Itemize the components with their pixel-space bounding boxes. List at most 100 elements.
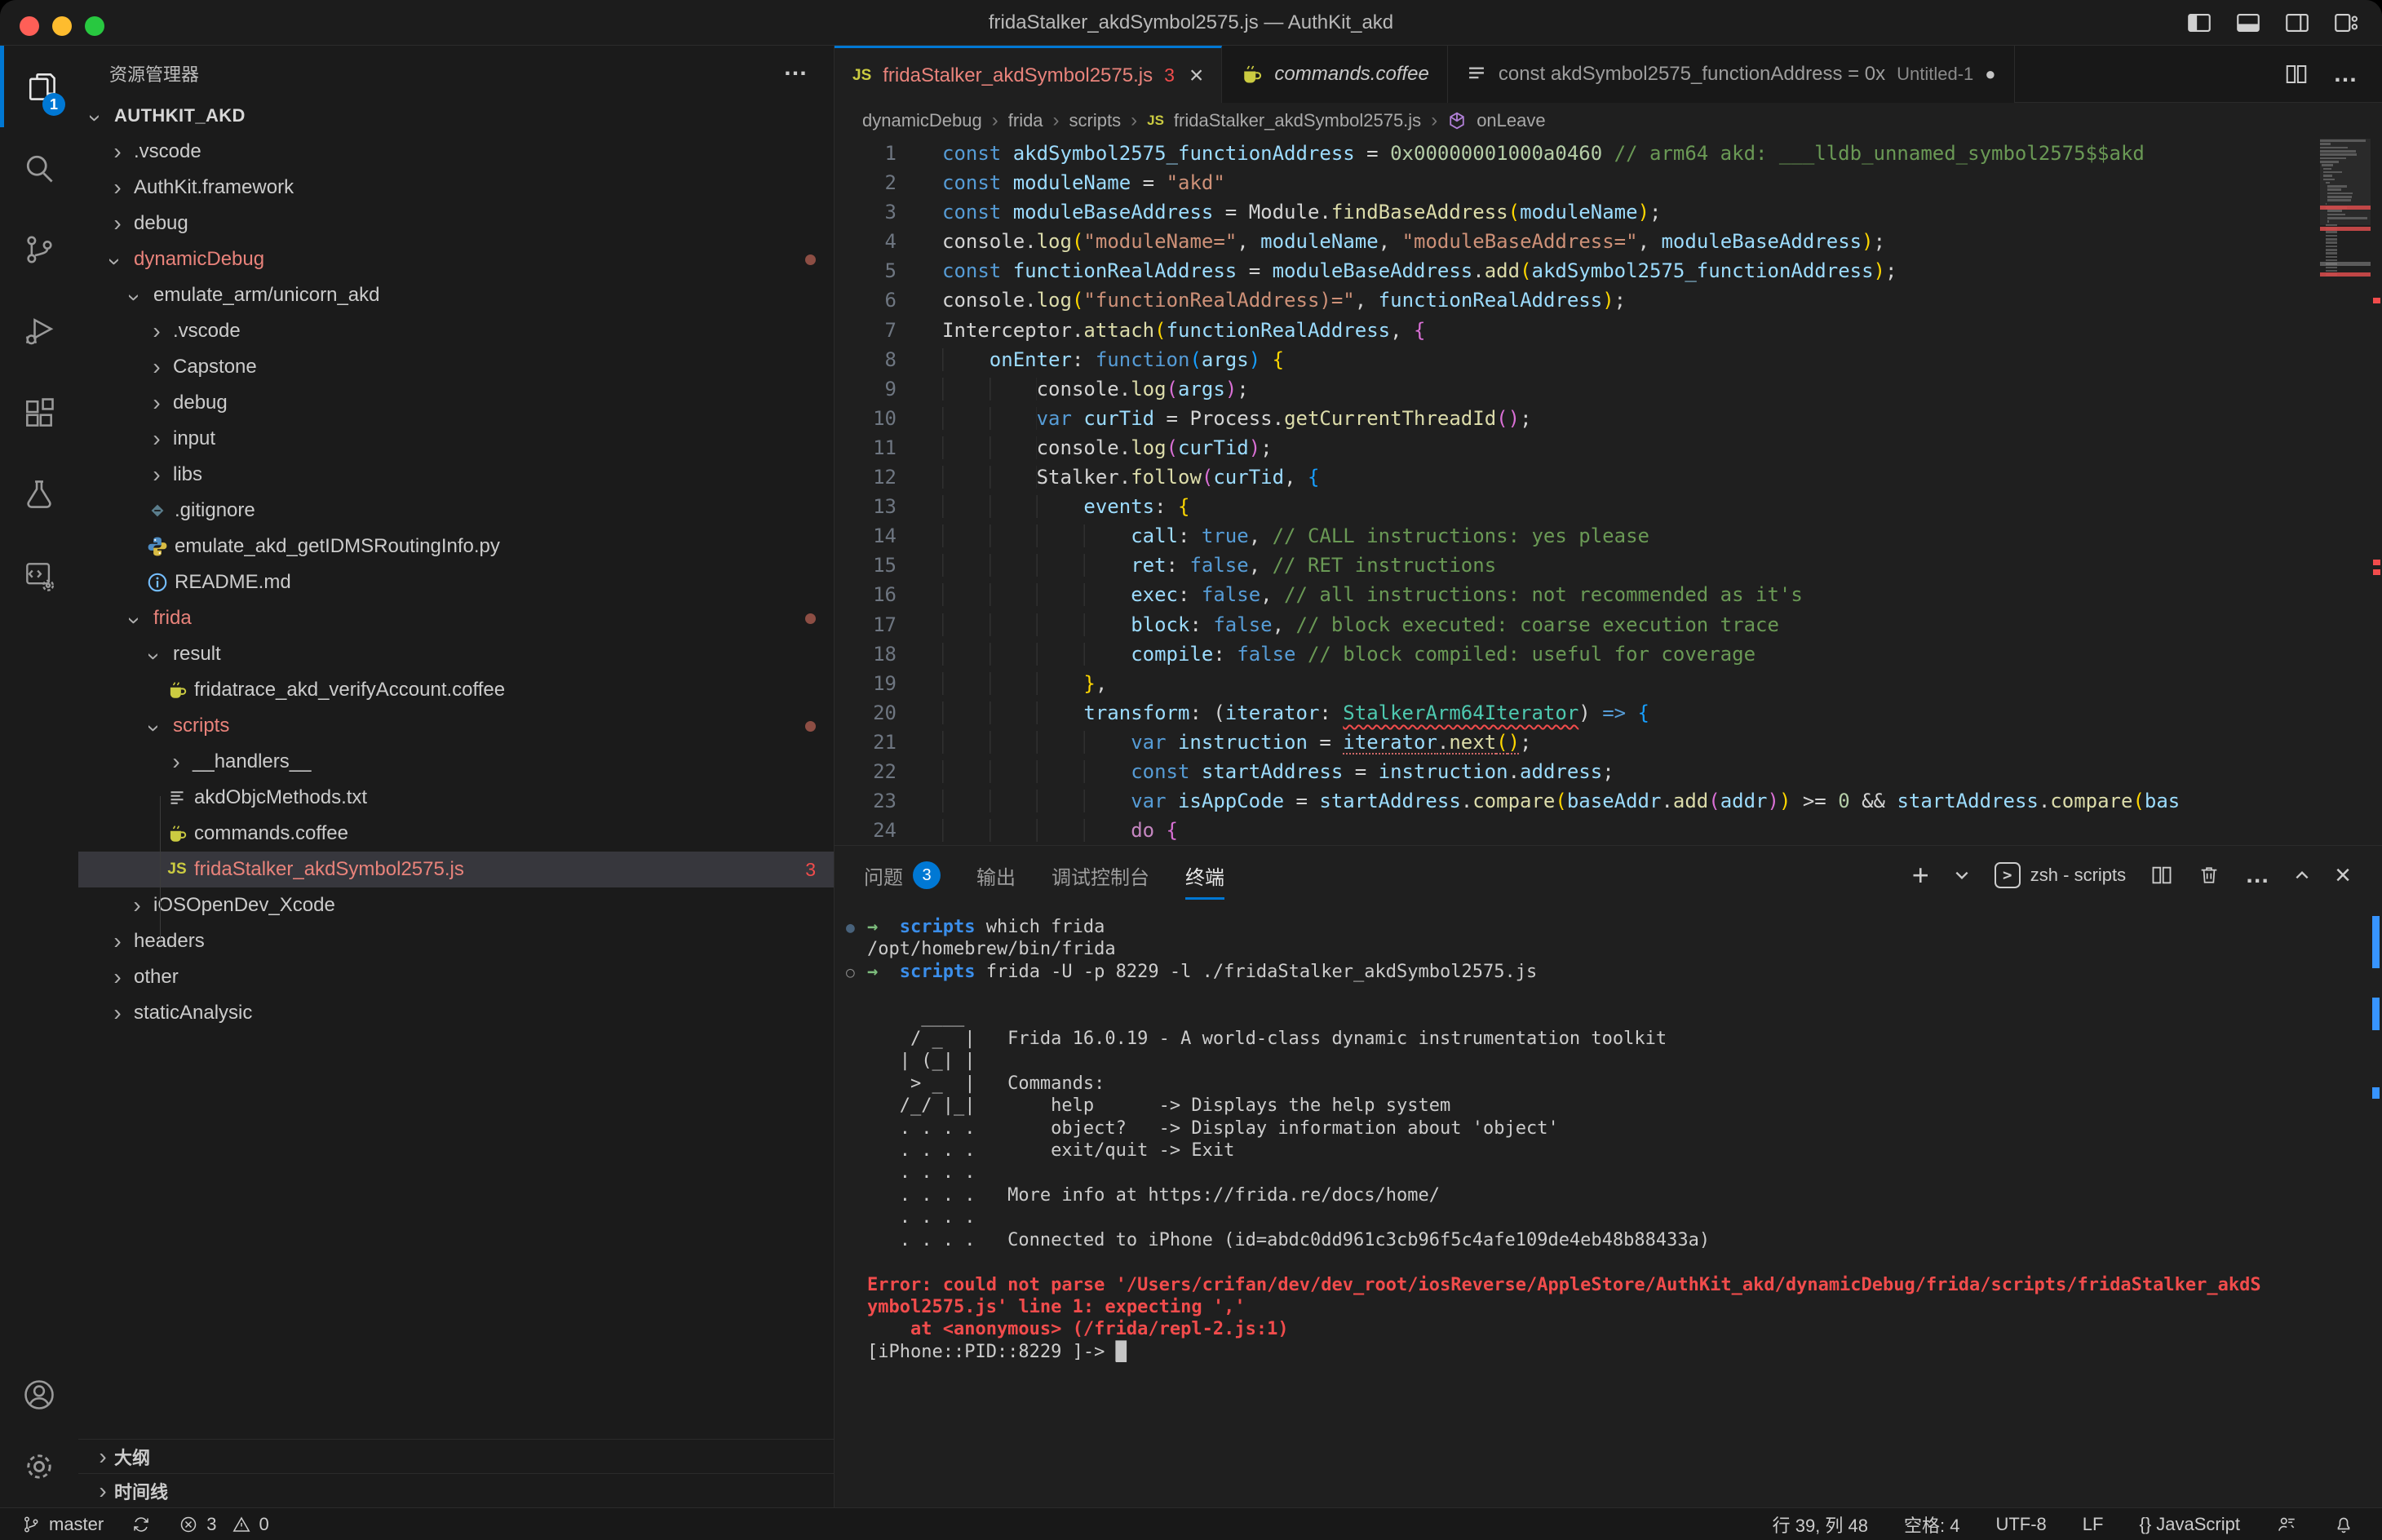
activity-run-debug[interactable] [0,290,78,372]
language-indicator[interactable]: {} JavaScript [2139,1514,2240,1535]
feedback-icon[interactable] [2276,1514,2297,1535]
tree-item-label: result [173,643,221,665]
chevron-right-icon: › [99,1477,107,1503]
panel-tab-terminal[interactable]: 终端 [1185,846,1224,905]
split-terminal-icon[interactable] [2150,864,2173,887]
tree-item-input[interactable]: › input [78,421,834,457]
panel-tab-debug-console[interactable]: 调试控制台 [1052,846,1149,905]
tree-item-libs[interactable]: › libs [78,457,834,493]
cursor-position[interactable]: 行 39, 列 48 [1773,1511,1868,1538]
chevron-down-icon: › [122,294,148,302]
activity-source-control[interactable] [0,209,78,290]
more-actions-icon[interactable]: … [2333,60,2358,88]
chevron-down-icon: › [122,617,148,625]
activity-cpp-tools[interactable] [0,535,78,617]
breadcrumb-item[interactable]: frida [1008,110,1043,131]
chevron-separator-icon: › [1131,109,1138,131]
breadcrumb-item[interactable]: scripts [1069,110,1122,131]
chevron-right-icon: › [133,892,141,918]
tree-item-scripts[interactable]: › scripts [78,708,834,744]
minimap[interactable] [2320,139,2371,845]
activity-testing[interactable] [0,454,78,535]
new-terminal-icon[interactable]: + [1912,858,1929,892]
tab-fridastalker-js[interactable]: JS fridaStalker_akdSymbol2575.js 3 × [835,46,1223,103]
panel-tab-problems[interactable]: 问题 3 [864,846,941,905]
toggle-sidebar-icon[interactable] [2185,8,2214,38]
tree-item-label: iOSOpenDev_Xcode [153,894,335,916]
outline-section-header[interactable]: › 大纲 [78,1439,834,1473]
more-actions-icon[interactable]: … [783,54,808,82]
error-mark [2373,560,2380,565]
terminal[interactable]: ●→ scripts which frida​/opt/homebrew/bin… [846,916,2366,1507]
tree-item-iOSOpenDev_Xcode[interactable]: › iOSOpenDev_Xcode [78,887,834,923]
tree-item-emulate_akd_getIDMSRoutingInfo.py[interactable]: emulate_akd_getIDMSRoutingInfo.py [78,529,834,564]
activity-explorer[interactable]: 1 [0,46,78,127]
maximize-panel-icon[interactable] [2294,867,2310,883]
tree-item-.vscode[interactable]: › .vscode [78,313,834,349]
tab-untitled-1[interactable]: const akdSymbol2575_functionAddress = 0x… [1447,46,2015,103]
line-number: 7 [884,318,897,342]
terminal-line: ​ [867,1251,2366,1273]
accounts-button[interactable] [0,1359,78,1431]
line-number: 9 [884,377,897,400]
chevron-down-icon: › [83,114,109,122]
breadcrumb-item[interactable]: fridaStalker_akdSymbol2575.js [1174,110,1421,131]
customize-layout-icon[interactable] [2331,8,2361,38]
tree-item-staticAnalysic[interactable]: › staticAnalysic [78,995,834,1031]
encoding-indicator[interactable]: UTF-8 [1995,1514,2046,1535]
tree-item-frida[interactable]: › frida [78,600,834,636]
tree-item-debug[interactable]: › debug [78,206,834,241]
tree-item-.vscode[interactable]: › .vscode [78,134,834,170]
breadcrumb-item[interactable]: onLeave [1477,110,1545,131]
sidebar: 资源管理器 … › AUTHKIT_AKD › .vscode › AuthKit.fra… [78,46,834,1507]
tree-item-result[interactable]: › result [78,636,834,672]
tree-item-__handlers__[interactable]: › __handlers__ [78,744,834,780]
tree-item-fridaStalker_akdSymbol2575.js[interactable]: JS fridaStalker_akdSymbol2575.js 3 [78,852,834,887]
bell-icon[interactable] [2333,1514,2354,1535]
breadcrumb-item[interactable]: dynamicDebug [862,110,982,131]
tree-item-.gitignore[interactable]: .gitignore [78,493,834,529]
tree-item-fridatrace_akd_verifyAccount.coffee[interactable]: fridatrace_akd_verifyAccount.coffee [78,672,834,708]
branch-indicator[interactable]: master [21,1514,104,1535]
command-decoration-icon[interactable]: ○ [846,962,855,984]
kill-terminal-icon[interactable] [2198,864,2220,887]
chevron-separator-icon: › [1431,109,1438,131]
tree-item-AuthKit.framework[interactable]: › AuthKit.framework [78,170,834,206]
code-line: 21 var instruction = iterator.next(); [835,728,2382,757]
toggle-secondary-sidebar-icon[interactable] [2282,8,2312,38]
chevron-right-icon: › [153,462,161,487]
editor[interactable]: 1 const akdSymbol2575_functionAddress = 0… [835,139,2382,845]
indentation-indicator[interactable]: 空格: 4 [1904,1511,1959,1538]
chevron-right-icon: › [172,749,180,774]
sync-button[interactable] [131,1515,151,1534]
tree-item-Capstone[interactable]: › Capstone [78,349,834,385]
tree-item-commands.coffee[interactable]: commands.coffee [78,816,834,852]
tree-item-akdObjcMethods.txt[interactable]: akdObjcMethods.txt [78,780,834,816]
extensions-icon [21,395,57,431]
tree-item-README.md[interactable]: README.md [78,564,834,600]
terminal-instance-selector[interactable]: > zsh - scripts [1994,862,2126,888]
eol-indicator[interactable]: LF [2083,1514,2104,1535]
more-actions-icon[interactable]: … [2245,861,2269,889]
settings-button[interactable] [0,1431,78,1502]
tree-item-AUTHKIT_AKD[interactable]: › AUTHKIT_AKD [78,98,834,134]
tree-item-debug[interactable]: › debug [78,385,834,421]
tab-label: fridaStalker_akdSymbol2575.js [883,64,1153,86]
close-icon[interactable]: × [1189,62,1204,90]
split-editor-icon[interactable] [2284,62,2309,86]
tree-item-dynamicDebug[interactable]: › dynamicDebug [78,241,834,277]
tree-item-emulate_arm-unicorn_akd[interactable]: › emulate_arm/unicorn_akd [78,277,834,313]
tree-item-other[interactable]: › other [78,959,834,995]
activity-extensions[interactable] [0,372,78,454]
panel-tab-output[interactable]: 输出 [976,846,1016,905]
activity-search[interactable] [0,127,78,209]
problems-indicator[interactable]: 3 0 [179,1514,269,1535]
code-line: 23 var isAppCode = startAddress.compare(… [835,786,2382,816]
close-panel-icon[interactable]: × [2335,860,2351,892]
tree-item-headers[interactable]: › headers [78,923,834,959]
toggle-panel-icon[interactable] [2234,8,2263,38]
command-decoration-icon[interactable]: ● [846,917,855,939]
tab-commands-coffee[interactable]: commands.coffee [1222,46,1448,103]
timeline-section-header[interactable]: › 时间线 [78,1473,834,1507]
chevron-down-icon[interactable] [1954,867,1970,883]
